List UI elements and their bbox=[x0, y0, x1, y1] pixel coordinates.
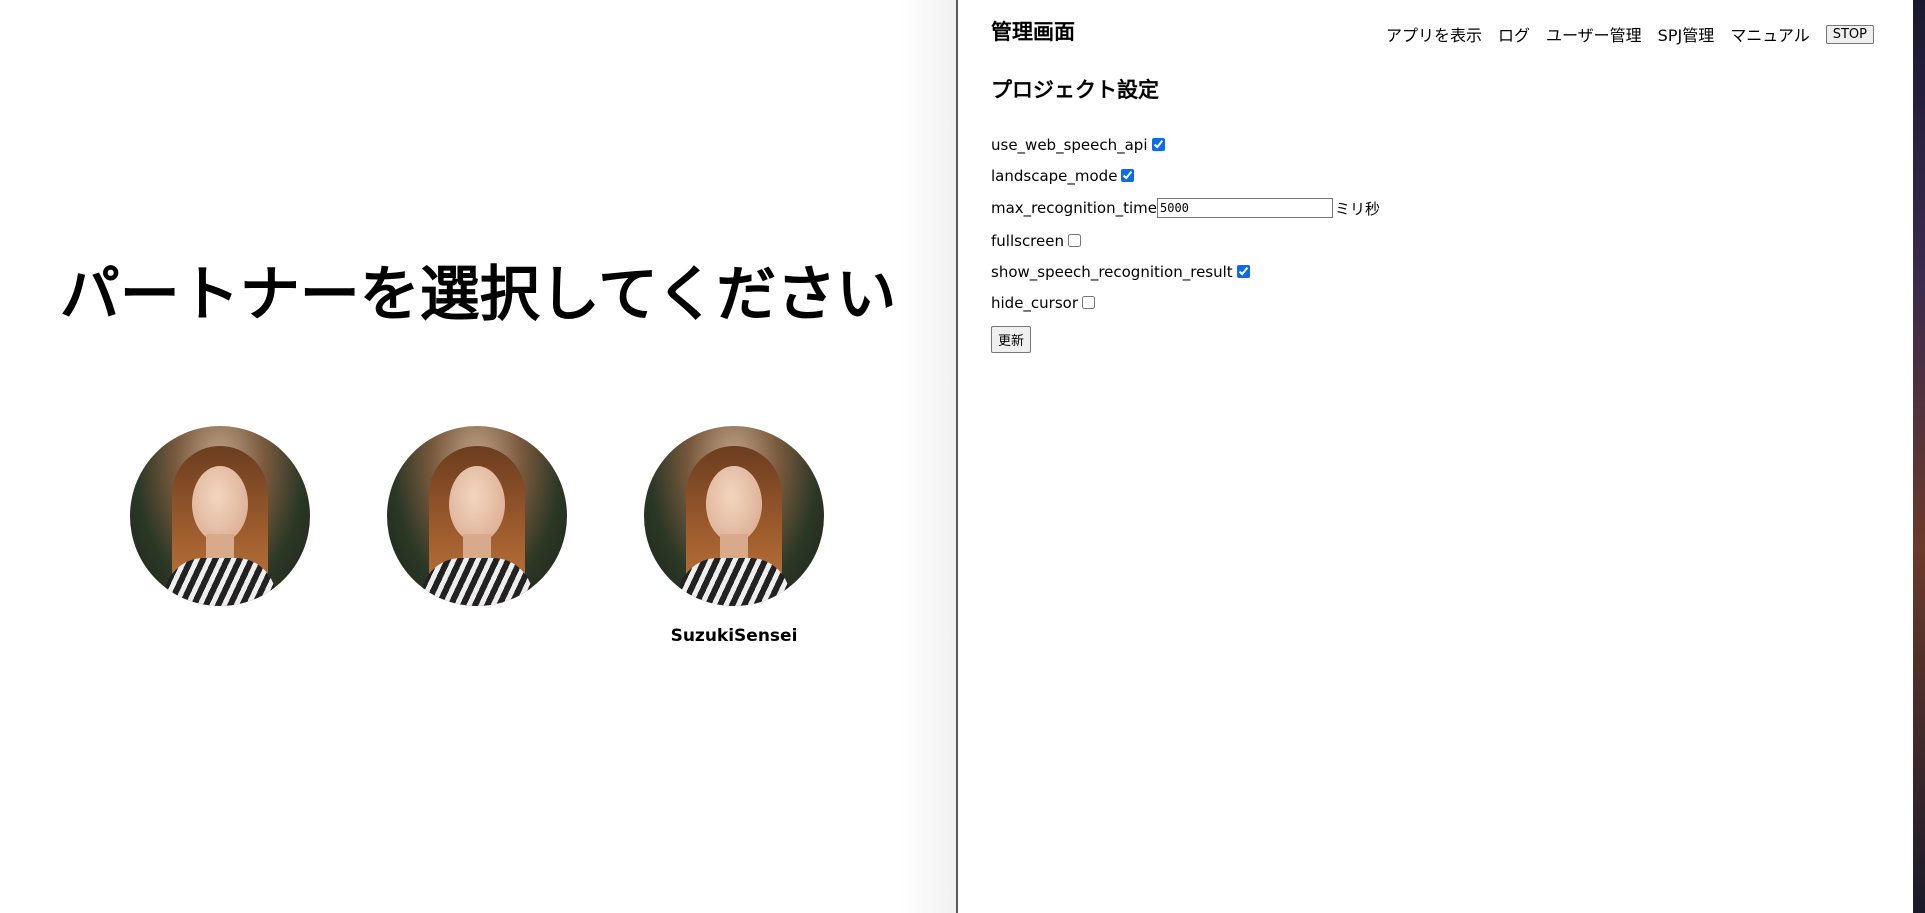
show-speech-recognition-result-checkbox[interactable] bbox=[1236, 265, 1250, 278]
partner-card[interactable] bbox=[387, 426, 567, 650]
nav-spj-management-link[interactable]: SPJ管理 bbox=[1658, 22, 1715, 46]
setting-label: hide_cursor bbox=[991, 293, 1079, 312]
nav-manual-link[interactable]: マニュアル bbox=[1730, 22, 1810, 46]
setting-use-web-speech-api: use_web_speech_api bbox=[991, 129, 1380, 160]
nav-show-app-link[interactable]: アプリを表示 bbox=[1386, 22, 1482, 46]
partner-card[interactable]: SuzukiSensei bbox=[644, 426, 824, 650]
setting-label: max_recognition_time bbox=[991, 199, 1157, 217]
setting-label: landscape_mode bbox=[991, 166, 1118, 185]
project-settings-title: プロジェクト設定 bbox=[991, 78, 1159, 102]
partner-avatar[interactable] bbox=[130, 426, 310, 606]
project-settings-form: use_web_speech_api landscape_mode max_re… bbox=[991, 129, 1380, 353]
setting-fullscreen: fullscreen bbox=[991, 225, 1380, 256]
admin-header: 管理画面 アプリを表示 ログ ユーザー管理 SPJ管理 マニュアル STOP bbox=[991, 16, 1891, 48]
setting-max-recognition-time: max_recognition_time ミリ秒 bbox=[991, 191, 1380, 225]
partner-select-title: パートナーを選択してください bbox=[59, 260, 897, 330]
setting-label: use_web_speech_api bbox=[991, 135, 1148, 154]
partner-name bbox=[387, 626, 567, 650]
hide-cursor-checkbox[interactable] bbox=[1082, 296, 1096, 309]
admin-panel: 管理画面 アプリを表示 ログ ユーザー管理 SPJ管理 マニュアル STOP プ… bbox=[956, 0, 1913, 913]
desktop-background-edge bbox=[1913, 0, 1925, 913]
landscape-mode-checkbox[interactable] bbox=[1121, 169, 1135, 182]
setting-landscape-mode: landscape_mode bbox=[991, 160, 1380, 191]
nav-log-link[interactable]: ログ bbox=[1498, 22, 1530, 46]
partner-card[interactable] bbox=[130, 426, 310, 650]
admin-title: 管理画面 bbox=[991, 20, 1075, 44]
setting-hide-cursor: hide_cursor bbox=[991, 287, 1380, 318]
unit-label: ミリ秒 bbox=[1335, 199, 1381, 218]
fullscreen-checkbox[interactable] bbox=[1068, 234, 1081, 247]
max-recognition-time-input[interactable] bbox=[1157, 198, 1333, 218]
setting-label: fullscreen bbox=[991, 231, 1064, 250]
partner-avatar[interactable] bbox=[387, 426, 567, 606]
partner-name: SuzukiSensei bbox=[670, 626, 798, 646]
setting-show-speech-recognition-result: show_speech_recognition_result bbox=[991, 256, 1380, 287]
nav-user-management-link[interactable]: ユーザー管理 bbox=[1546, 22, 1642, 46]
stop-button[interactable]: STOP bbox=[1825, 24, 1874, 44]
admin-nav: アプリを表示 ログ ユーザー管理 SPJ管理 マニュアル STOP bbox=[1370, 22, 1874, 46]
partner-name bbox=[130, 626, 310, 650]
setting-label: show_speech_recognition_result bbox=[991, 262, 1233, 281]
panel-shadow bbox=[900, 0, 957, 913]
update-button[interactable]: 更新 bbox=[991, 326, 1032, 353]
partner-select-screen: パートナーを選択してください SuzukiSensei bbox=[0, 0, 957, 913]
use-web-speech-api-checkbox[interactable] bbox=[1151, 138, 1165, 151]
partner-avatar[interactable] bbox=[644, 426, 824, 606]
